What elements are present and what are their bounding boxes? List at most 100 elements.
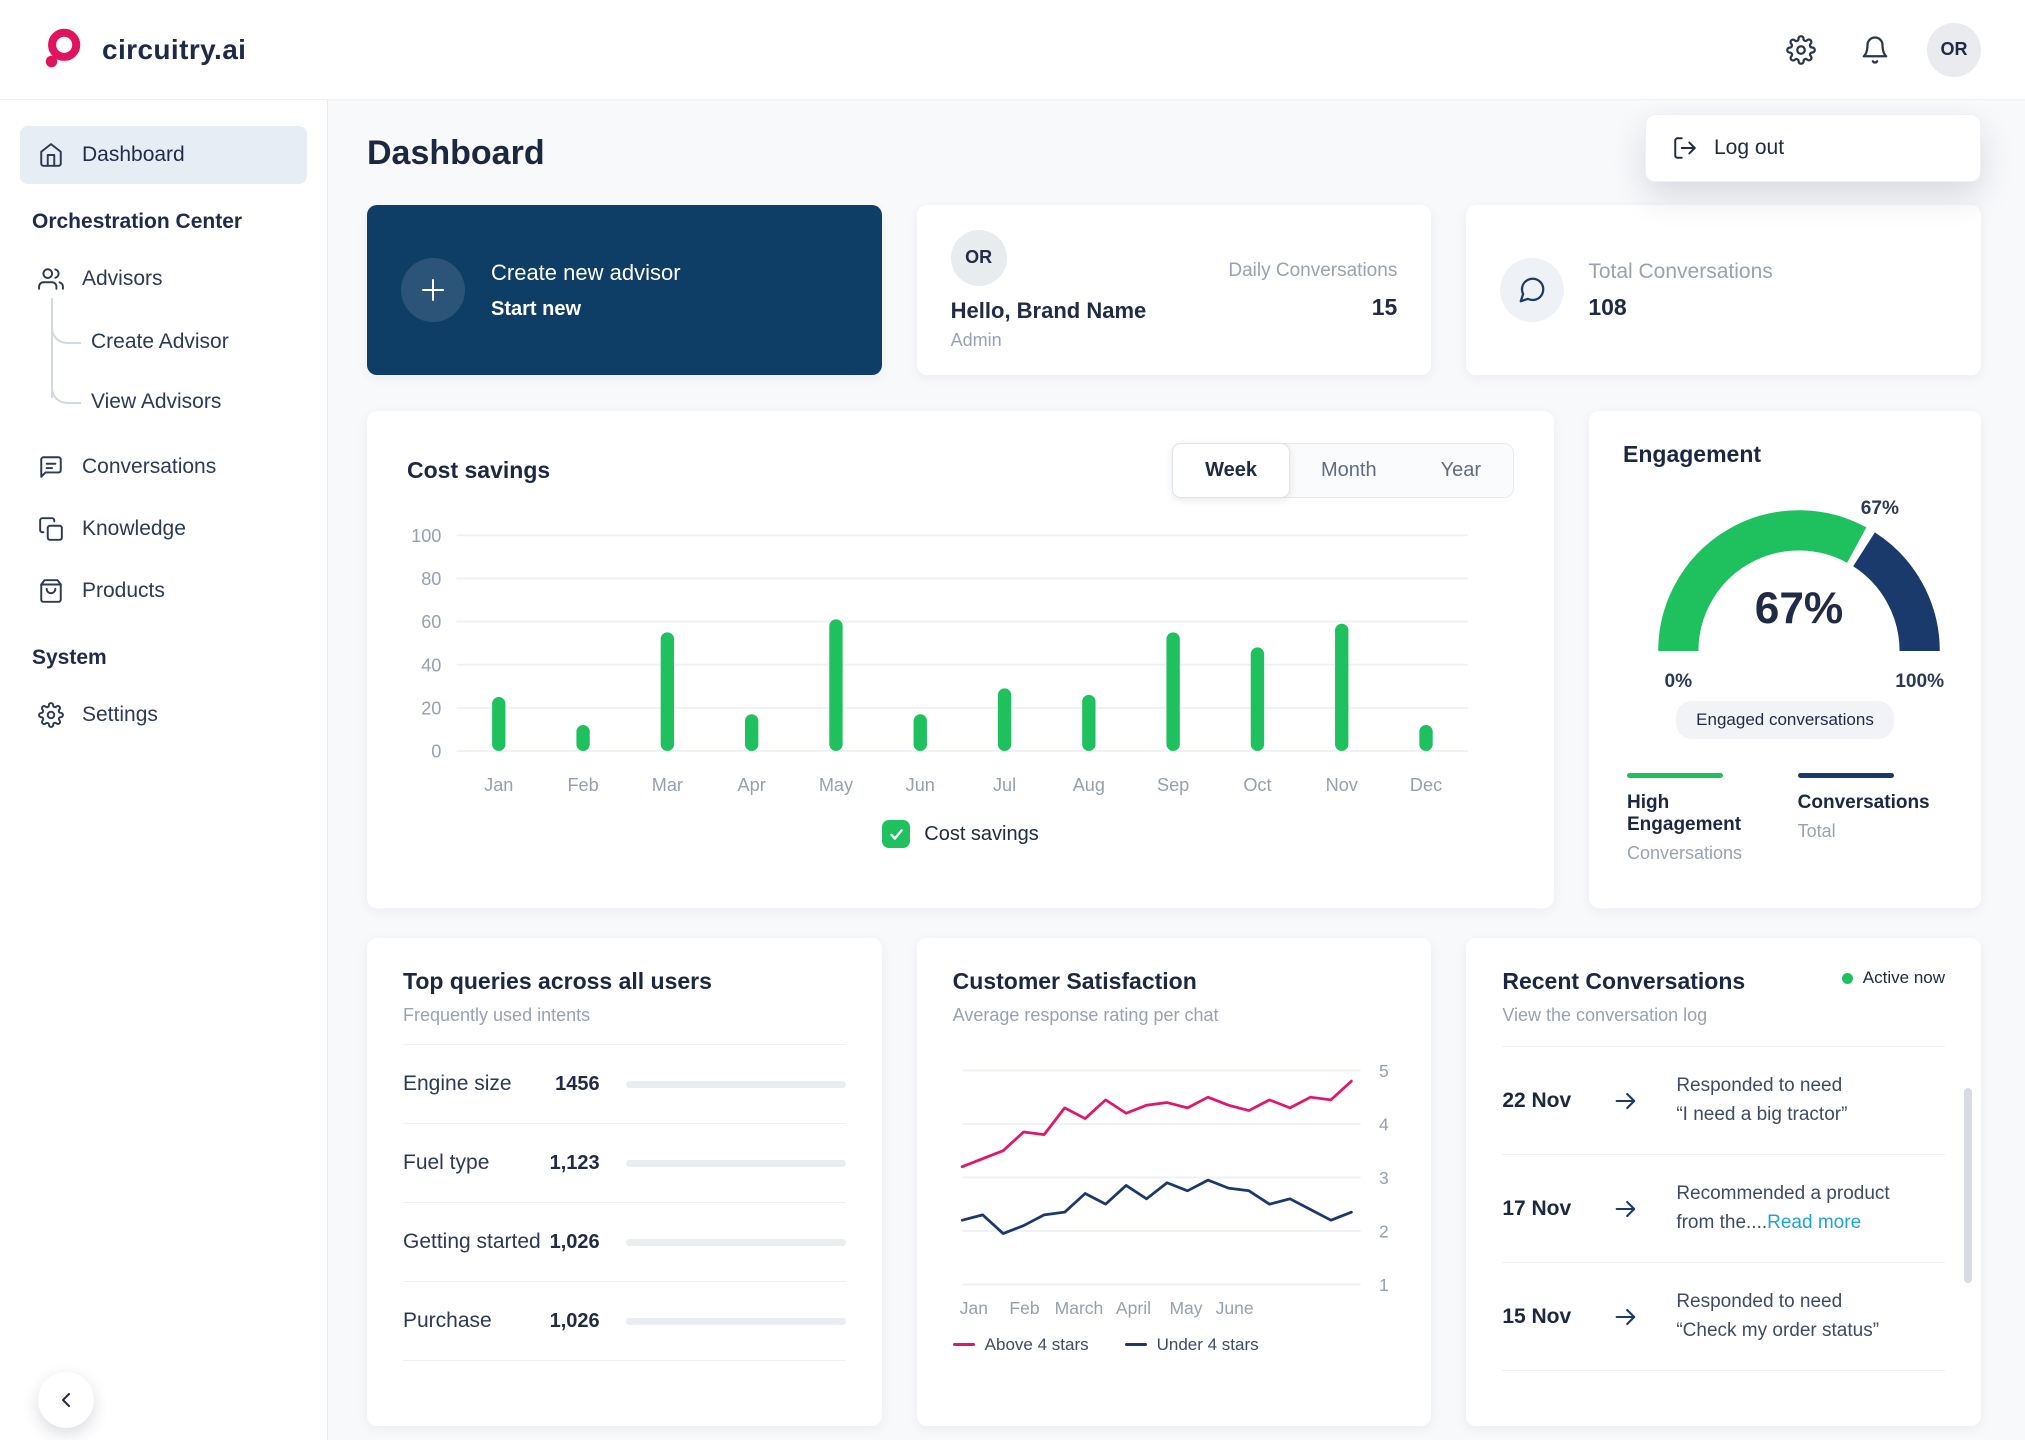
daily-conversations-value: 15: [1372, 294, 1398, 321]
svg-text:Apr: Apr: [738, 775, 766, 795]
query-row: Getting started 1,026: [403, 1203, 846, 1282]
user-role: Admin: [951, 330, 1147, 351]
sidebar-item-label: View Advisors: [91, 390, 221, 414]
sidebar-item-conversations[interactable]: Conversations: [20, 438, 307, 496]
customer-satisfaction-subtitle: Average response rating per chat: [953, 1005, 1396, 1026]
tab-year[interactable]: Year: [1409, 444, 1513, 497]
top-queries-list: Engine size 1456 Fuel type 1,123 Getting…: [403, 1044, 846, 1361]
svg-text:March: March: [1054, 1298, 1103, 1318]
sidebar-item-knowledge[interactable]: Knowledge: [20, 500, 307, 558]
avatar: OR: [951, 230, 1007, 286]
total-conversations-card: Total Conversations 108: [1466, 205, 1981, 375]
home-icon: [38, 142, 64, 168]
query-value: 1,026: [550, 1310, 600, 1333]
shopping-bag-icon: [38, 578, 64, 604]
user-avatar[interactable]: OR: [1927, 23, 1981, 77]
create-advisor-subtitle: Start new: [491, 298, 681, 321]
tab-week[interactable]: Week: [1172, 443, 1290, 498]
engagement-card: Engagement 67%0%100%67% Engaged conversa…: [1589, 411, 1981, 908]
active-now-label: Active now: [1863, 968, 1945, 988]
svg-text:40: 40: [421, 655, 441, 675]
sidebar-item-label: Knowledge: [82, 517, 186, 541]
conversation-row[interactable]: 17 Nov Recommended a product from the...…: [1502, 1155, 1945, 1263]
svg-text:June: June: [1215, 1298, 1253, 1318]
legend-swatch: [1798, 773, 1894, 778]
query-row: Engine size 1456: [403, 1045, 846, 1124]
active-now-status: Active now: [1842, 968, 1945, 988]
conversation-text: Responded to need: [1676, 1072, 1945, 1101]
svg-text:Jan: Jan: [959, 1298, 987, 1318]
sidebar-item-view-advisors[interactable]: View Advisors: [51, 372, 307, 432]
arrow-right-icon: [1612, 1195, 1640, 1223]
notifications-bell-icon[interactable]: [1853, 28, 1897, 72]
svg-text:Feb: Feb: [1009, 1298, 1039, 1318]
period-tabs: Week Month Year: [1172, 443, 1514, 498]
conversation-text: “Check my order status”: [1676, 1320, 1879, 1341]
conversation-text: Responded to need: [1676, 1288, 1945, 1317]
sidebar: Dashboard Orchestration Center Advisors …: [0, 100, 328, 1440]
svg-text:May: May: [1169, 1298, 1202, 1318]
legend-label: Under 4 stars: [1157, 1335, 1259, 1355]
conversation-date: 17 Nov: [1502, 1197, 1612, 1221]
svg-text:4: 4: [1379, 1114, 1389, 1134]
create-advisor-title: Create new advisor: [491, 260, 681, 286]
svg-text:2: 2: [1379, 1221, 1389, 1241]
recent-conversations-card: Recent Conversations Active now View the…: [1466, 938, 1981, 1426]
legend-swatch: [1627, 773, 1723, 778]
check-icon: [888, 826, 905, 843]
details-row: Top queries across all users Frequently …: [367, 938, 1981, 1426]
conversation-row[interactable]: 22 Nov Responded to need “I need a big t…: [1502, 1047, 1945, 1155]
scrollbar-thumb[interactable]: [1964, 1088, 1972, 1283]
recent-conversations-title: Recent Conversations: [1502, 968, 1745, 995]
legend-label: Above 4 stars: [985, 1335, 1089, 1355]
cost-savings-legend-label: Cost savings: [924, 823, 1039, 846]
active-now-dot: [1842, 973, 1853, 984]
cost-savings-checkbox[interactable]: [882, 820, 910, 848]
sidebar-item-products[interactable]: Products: [20, 562, 307, 620]
engagement-title: Engagement: [1623, 441, 1947, 468]
sidebar-item-label: Dashboard: [82, 143, 185, 167]
create-advisor-card[interactable]: Create new advisor Start new: [367, 205, 882, 375]
topbar: circuitry.ai OR: [0, 0, 2025, 100]
query-value: 1,123: [550, 1152, 600, 1175]
settings-gear-icon[interactable]: [1779, 28, 1823, 72]
sidebar-item-settings[interactable]: Settings: [20, 686, 307, 744]
logout-icon: [1672, 135, 1698, 161]
svg-text:80: 80: [421, 569, 441, 589]
query-bar: [626, 1318, 846, 1325]
legend-high-engagement: High Engagement Conversations: [1627, 773, 1772, 864]
cost-savings-title: Cost savings: [407, 457, 550, 484]
sidebar-section-orchestration: Orchestration Center: [20, 188, 307, 250]
legend-conversations-total: Conversations Total: [1798, 773, 1943, 864]
query-value: 1456: [555, 1073, 600, 1096]
svg-text:Sep: Sep: [1157, 775, 1189, 795]
chevron-left-icon: [54, 1388, 78, 1412]
query-label: Purchase: [403, 1309, 550, 1333]
svg-text:Mar: Mar: [652, 775, 683, 795]
logout-label: Log out: [1714, 136, 1784, 160]
legend-title: High Engagement: [1627, 792, 1772, 836]
svg-text:20: 20: [421, 698, 441, 718]
logout-menu-item[interactable]: Log out: [1645, 114, 1981, 182]
arrow-right-icon: [1612, 1303, 1640, 1331]
sidebar-item-dashboard[interactable]: Dashboard: [20, 126, 307, 184]
query-label: Engine size: [403, 1072, 555, 1096]
conversation-row[interactable]: 15 Nov Responded to need “Check my order…: [1502, 1263, 1945, 1371]
legend-under-4-stars: Under 4 stars: [1125, 1335, 1259, 1355]
brand: circuitry.ai: [40, 27, 246, 73]
svg-text:April: April: [1116, 1298, 1151, 1318]
legend-swatch: [953, 1343, 975, 1346]
read-more-link[interactable]: Read more: [1767, 1212, 1861, 1233]
greeting-card: OR Hello, Brand Name Admin Daily Convers…: [917, 205, 1432, 375]
sidebar-item-create-advisor[interactable]: Create Advisor: [51, 312, 307, 372]
svg-text:Nov: Nov: [1326, 775, 1358, 795]
svg-text:100%: 100%: [1895, 671, 1944, 692]
query-label: Getting started: [403, 1230, 550, 1254]
sidebar-item-label: Settings: [82, 703, 158, 727]
charts-row: Cost savings Week Month Year 02040608010…: [367, 411, 1981, 908]
brand-logo-icon: [40, 27, 86, 73]
sidebar-collapse-button[interactable]: [38, 1372, 94, 1428]
query-bar: [626, 1160, 846, 1167]
tab-month[interactable]: Month: [1289, 444, 1409, 497]
advisors-subtree: Create Advisor View Advisors: [51, 312, 307, 432]
